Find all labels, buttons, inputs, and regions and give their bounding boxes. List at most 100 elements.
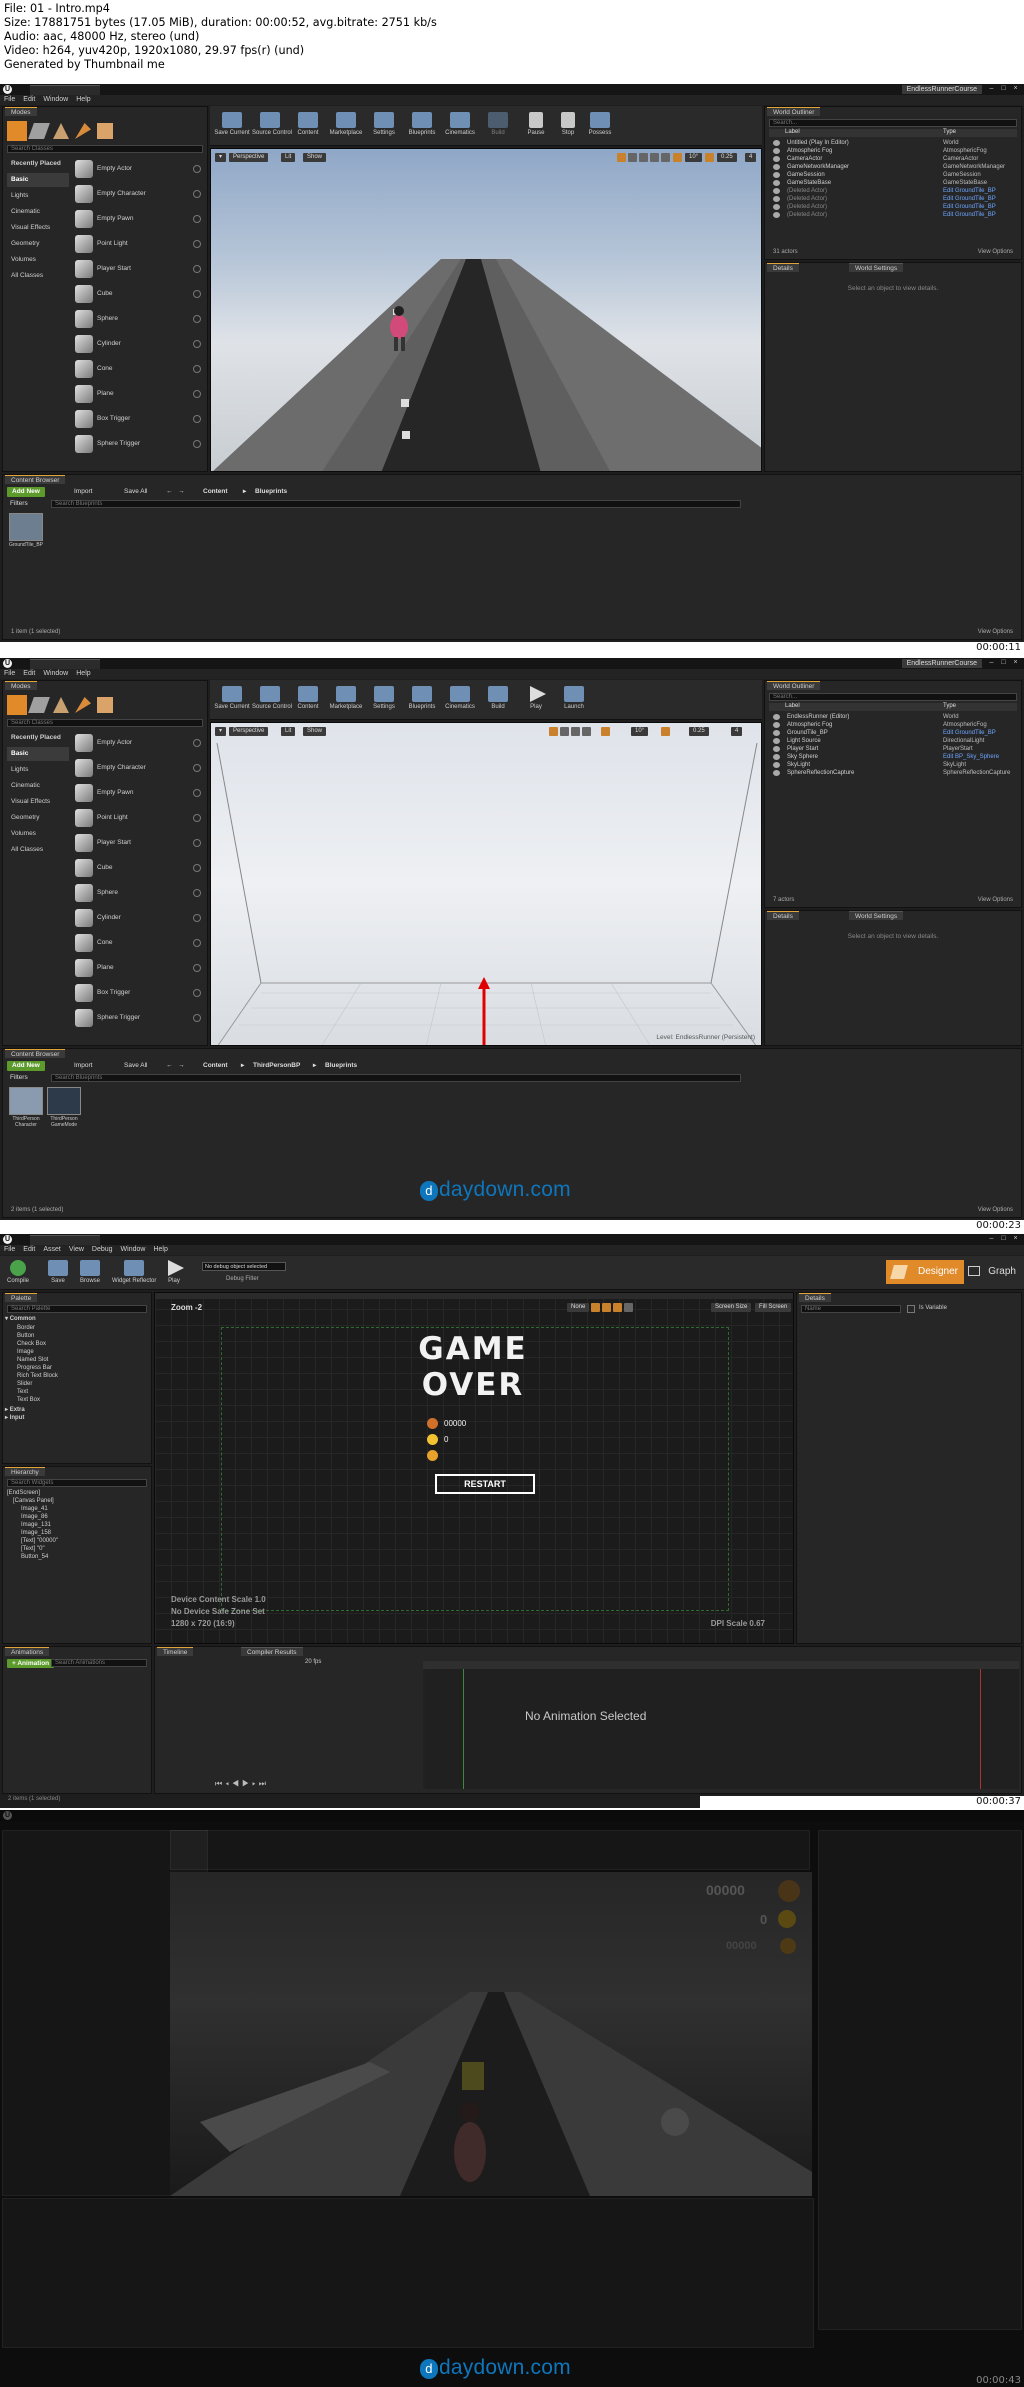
eye-icon[interactable] [773, 714, 780, 720]
play-button[interactable]: Play [518, 684, 554, 716]
breadcrumb-content[interactable]: Content [203, 1061, 228, 1071]
show-button[interactable]: Show [303, 153, 327, 162]
animations-tab[interactable]: Animations [5, 1647, 50, 1656]
compiler-results-tab[interactable]: Compiler Results [241, 1647, 303, 1656]
compile-button[interactable]: Compile [0, 1258, 36, 1290]
add-new-button[interactable]: Add New [7, 1061, 45, 1071]
save-current-button[interactable]: Save Current [214, 684, 250, 716]
view-options-button[interactable]: View Options [978, 249, 1013, 255]
minimize-icon[interactable]: – [987, 659, 996, 667]
menu-file[interactable]: File [0, 669, 19, 679]
menu-help[interactable]: Help [72, 669, 94, 679]
maximize-icon[interactable]: □ [999, 85, 1008, 93]
canvas-tool-icon[interactable] [613, 1303, 622, 1312]
place-item[interactable]: Player Start [73, 257, 203, 282]
place-item[interactable]: Plane [73, 382, 203, 407]
category-all-classes[interactable]: All Classes [7, 843, 69, 857]
save-button[interactable]: Save [40, 1258, 76, 1290]
eye-icon[interactable] [773, 164, 780, 170]
rotate-icon[interactable] [560, 727, 569, 736]
eye-icon[interactable] [773, 738, 780, 744]
angle-snap-icon[interactable] [661, 727, 670, 736]
fps-select[interactable]: 20 fps [305, 1659, 321, 1665]
place-item[interactable]: Empty Actor [73, 157, 203, 182]
search-animations-input[interactable]: Search Animations [51, 1659, 147, 1667]
asset-tile[interactable]: ThirdPerson GameMode [47, 1087, 81, 1135]
content-browser-tab[interactable]: Content Browser [5, 1049, 66, 1058]
camera-speed-value[interactable]: 4 [731, 727, 743, 736]
maximize-icon[interactable]: □ [999, 659, 1008, 667]
name-input[interactable]: Name [801, 1305, 901, 1313]
place-item[interactable]: Cone [73, 931, 203, 956]
history-forward-icon[interactable]: → [175, 1061, 188, 1071]
eye-icon[interactable] [773, 196, 780, 202]
grid-snap-icon[interactable] [673, 153, 682, 162]
search-palette-input[interactable]: Search Palette [7, 1305, 147, 1313]
geometry-mode-icon[interactable] [97, 123, 113, 139]
place-item[interactable]: Empty Pawn [73, 781, 203, 806]
palette-tab[interactable]: Palette [5, 1293, 38, 1302]
category-visual-effects[interactable]: Visual Effects [7, 221, 69, 235]
menu-window[interactable]: Window [39, 95, 72, 105]
category-volumes[interactable]: Volumes [7, 827, 69, 841]
view-options-button[interactable]: View Options [978, 897, 1013, 903]
add-new-button[interactable]: Add New [7, 487, 45, 497]
eye-icon[interactable] [773, 172, 780, 178]
level-viewport[interactable]: ▾ Perspective Lit Show 10° 0.25 4 Level:… [210, 722, 762, 1046]
place-item[interactable]: Cube [73, 282, 203, 307]
to-start-icon[interactable]: ⏮ [215, 1779, 225, 1788]
category-cinematic[interactable]: Cinematic [7, 779, 69, 793]
modes-tab[interactable]: Modes [5, 681, 37, 690]
world-outliner-tab[interactable]: World Outliner [767, 107, 821, 116]
outliner-row[interactable]: SphereReflectionCapture SphereReflectionC… [773, 769, 1017, 777]
menu-asset[interactable]: Asset [39, 1245, 65, 1255]
palette-item[interactable]: Text Box [17, 1396, 40, 1404]
screen-size-button[interactable]: Screen Size [711, 1303, 752, 1312]
palette-item[interactable]: Rich Text Block [17, 1372, 58, 1380]
palette-item[interactable]: Border [17, 1324, 35, 1332]
canvas-tool-icon[interactable] [602, 1303, 611, 1312]
import-button[interactable]: Import [71, 1061, 95, 1071]
to-end-icon[interactable]: ⏭ [259, 1779, 269, 1788]
eye-icon[interactable] [773, 180, 780, 186]
eye-icon[interactable] [773, 722, 780, 728]
breadcrumb-content[interactable]: Content [203, 487, 228, 497]
possess-button[interactable]: Possess [582, 110, 618, 142]
category-recently-placed[interactable]: Recently Placed [7, 731, 69, 745]
foliage-mode-icon[interactable] [75, 123, 91, 139]
play-button[interactable]: Play [156, 1258, 192, 1290]
palette-category-common[interactable]: ▾ Common [5, 1315, 36, 1323]
place-item[interactable]: Point Light [73, 232, 203, 257]
none-button[interactable]: None [567, 1303, 590, 1312]
history-back-icon[interactable]: ← [163, 1061, 176, 1071]
search-widgets-input[interactable]: Search Widgets [7, 1479, 147, 1487]
world-settings-tab[interactable]: World Settings [849, 911, 904, 920]
blueprints-button[interactable]: Blueprints [404, 110, 440, 142]
place-item[interactable]: Sphere Trigger [73, 1006, 203, 1031]
scale-snap-value[interactable]: 0.25 [717, 153, 737, 162]
outliner-row[interactable]: CameraActor CameraActor [773, 155, 1017, 163]
palette-item[interactable]: Check Box [17, 1340, 46, 1348]
menu-edit[interactable]: Edit [19, 669, 39, 679]
hierarchy-item[interactable]: [Text] "00000" [21, 1537, 58, 1545]
place-item[interactable]: Cylinder [73, 906, 203, 931]
import-button[interactable]: Import [71, 487, 95, 497]
designer-button[interactable]: Designer [886, 1260, 964, 1284]
outliner-search-input[interactable]: Search... [769, 693, 1017, 701]
play-reverse-icon[interactable]: ◀ [232, 1779, 242, 1788]
menu-file[interactable]: File [0, 1245, 19, 1255]
outliner-row[interactable]: Light Source DirectionalLight [773, 737, 1017, 745]
palette-item[interactable]: Button [17, 1332, 34, 1340]
document-tab[interactable] [30, 659, 100, 669]
cb-view-options-button[interactable]: View Options [978, 1207, 1013, 1213]
menu-file[interactable]: File [0, 95, 19, 105]
outliner-row[interactable]: (Deleted Actor) Edit GroundTile_BP [773, 203, 1017, 211]
eye-icon[interactable] [773, 770, 780, 776]
eye-icon[interactable] [773, 148, 780, 154]
geometry-mode-icon[interactable] [97, 697, 113, 713]
foliage-mode-icon[interactable] [75, 697, 91, 713]
menu-help[interactable]: Help [149, 1245, 171, 1255]
maximize-icon[interactable]: □ [999, 1235, 1008, 1243]
document-tab[interactable] [30, 85, 100, 95]
category-lights[interactable]: Lights [7, 189, 69, 203]
